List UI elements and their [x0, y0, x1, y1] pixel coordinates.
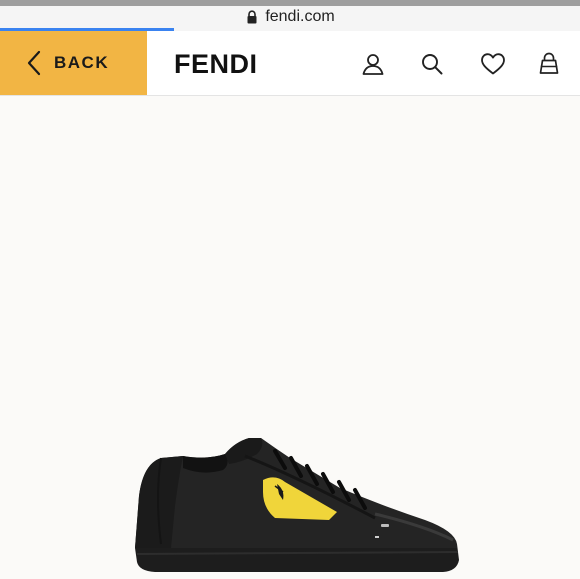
lock-icon — [245, 10, 259, 24]
wishlist-heart-icon[interactable] — [480, 51, 506, 77]
search-icon[interactable] — [419, 51, 445, 77]
sneaker-product-image[interactable] — [125, 436, 465, 579]
screen: fendi.com BACK FENDI — [0, 0, 580, 579]
chevron-left-icon — [26, 50, 42, 76]
fendi-logo[interactable]: FENDI — [174, 31, 258, 95]
back-button-label: BACK — [54, 53, 110, 72]
shopping-bag-icon[interactable] — [536, 51, 562, 77]
address-bar[interactable]: fendi.com — [0, 6, 580, 28]
url-text: fendi.com — [265, 8, 335, 25]
back-button[interactable]: BACK — [0, 31, 147, 95]
account-icon[interactable] — [360, 51, 386, 77]
site-header: BACK FENDI — [0, 31, 580, 96]
product-image-area — [0, 96, 580, 579]
